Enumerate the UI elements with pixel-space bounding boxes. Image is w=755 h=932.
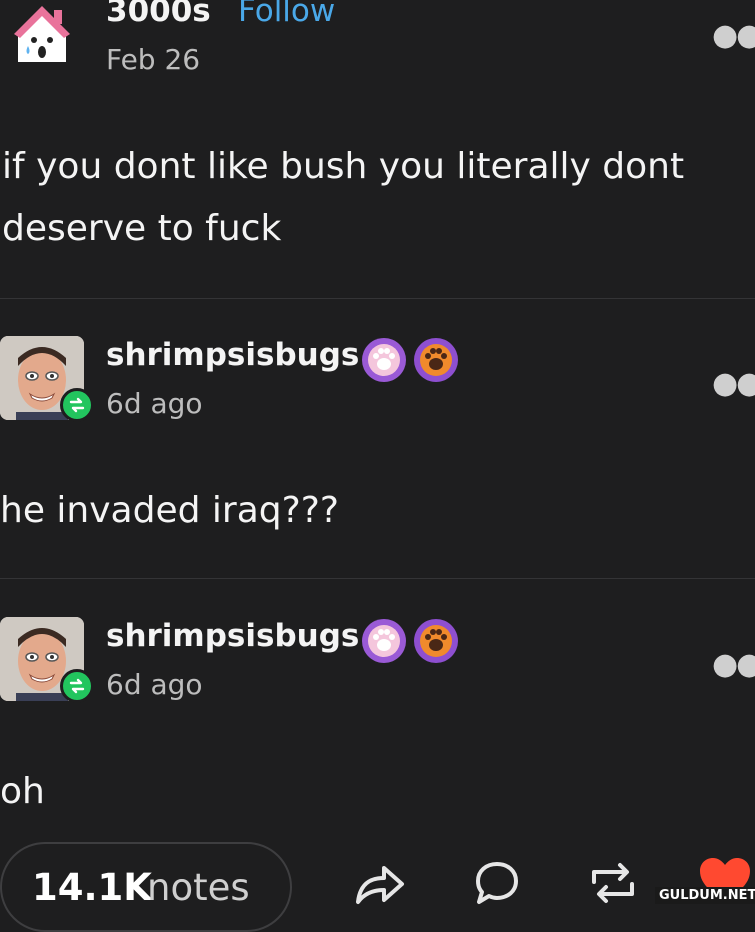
notes-label: notes — [147, 866, 250, 909]
more-options-icon[interactable]: ●●● — [712, 18, 755, 53]
watermark: GULDUM.NET — [655, 887, 755, 904]
reblog-entry: shrimpsisbugs 6d ago ●●● oh — [0, 611, 755, 841]
follow-button[interactable]: Follow — [238, 0, 335, 29]
reblog-time: 6d ago — [106, 668, 203, 701]
orange-paw-badge-icon — [414, 619, 458, 663]
reblog-username[interactable]: shrimpsisbugs — [106, 618, 359, 654]
original-post-header: 3000s Follow Feb 26 ●●● — [0, 0, 755, 100]
house-avatar-icon[interactable] — [14, 4, 70, 66]
reblog-body: he invaded iraq??? — [0, 490, 339, 531]
reblog-body: oh — [0, 771, 45, 812]
reblog-username[interactable]: shrimpsisbugs — [106, 337, 359, 373]
post-date: Feb 26 — [106, 43, 201, 76]
reblog-badge-icon — [60, 669, 94, 703]
post-username[interactable]: 3000s — [106, 0, 211, 29]
pink-paw-badge-icon — [362, 338, 406, 382]
orange-paw-badge-icon — [414, 338, 458, 382]
notes-count: 14.1K — [32, 866, 152, 909]
more-options-icon[interactable]: ●●● — [712, 647, 755, 682]
reply-icon[interactable] — [472, 858, 522, 908]
reblog-time: 6d ago — [106, 387, 203, 420]
divider — [0, 578, 755, 579]
notes-button[interactable]: 14.1K notes — [0, 842, 292, 932]
more-options-icon[interactable]: ●●● — [712, 366, 755, 401]
reblog-icon[interactable] — [586, 858, 640, 908]
reblog-entry: shrimpsisbugs 6d ago ●●● he invaded iraq… — [0, 330, 755, 580]
divider — [0, 298, 755, 299]
share-icon[interactable] — [352, 858, 406, 908]
post-body: if you dont like bush you literally dont… — [2, 146, 685, 249]
pink-paw-badge-icon — [362, 619, 406, 663]
reblog-badge-icon — [60, 388, 94, 422]
